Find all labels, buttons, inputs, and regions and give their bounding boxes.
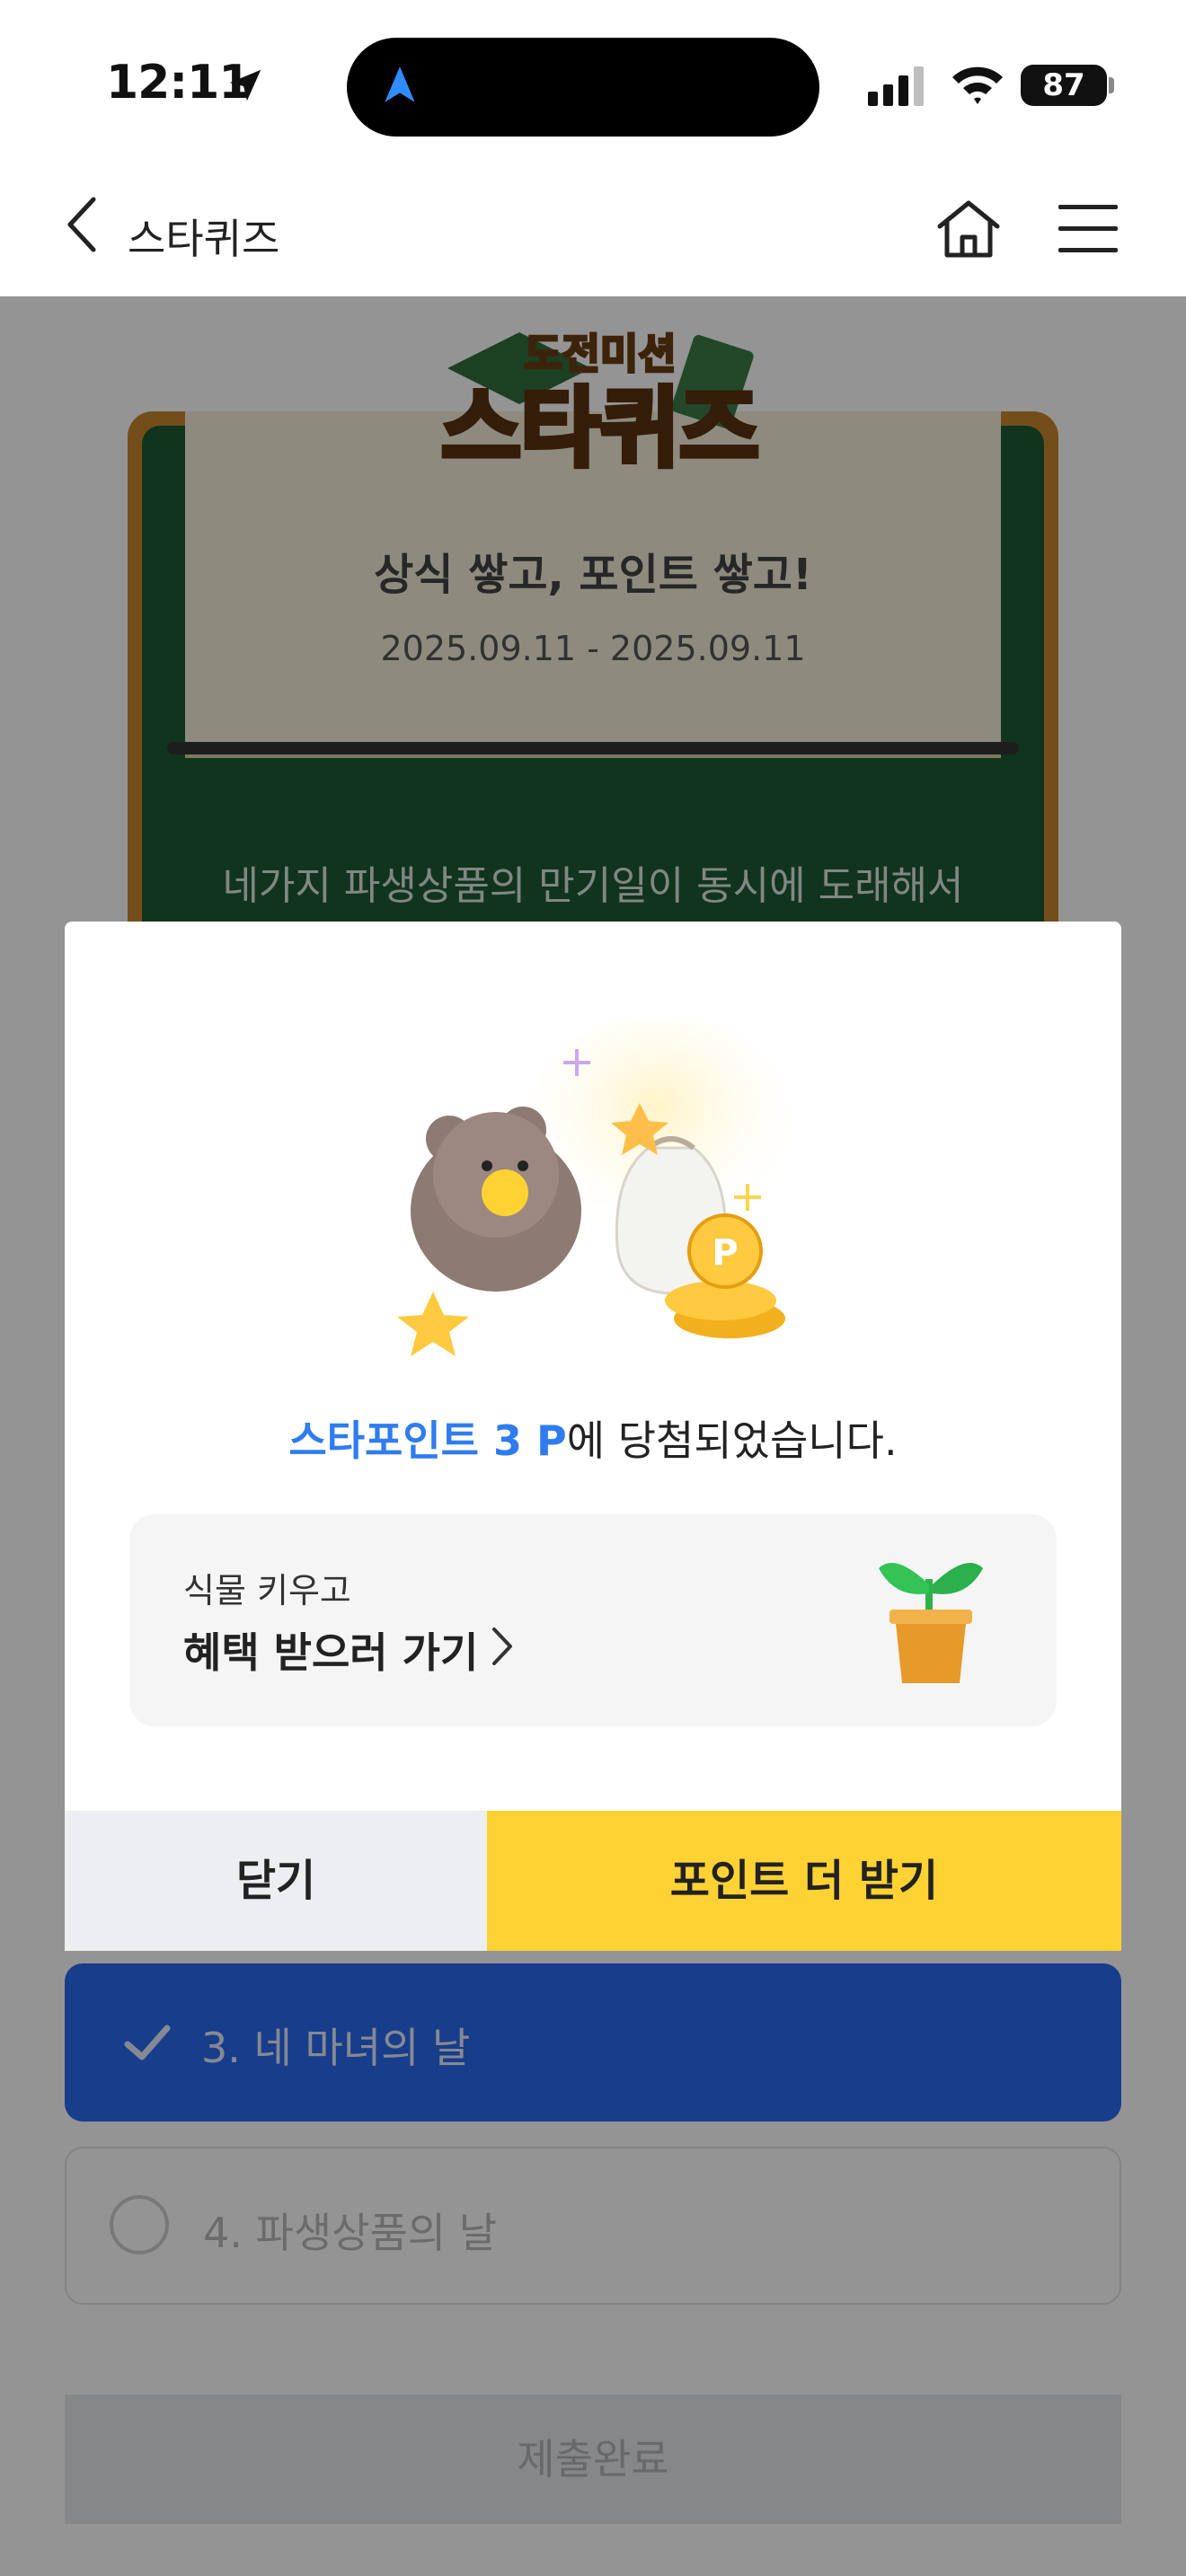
reward-modal: P 스타포인트 3 P에 당첨되었습니다. 식물 키우고 혜택 받으러 가기 닫…: [65, 922, 1121, 1951]
svg-text:P: P: [712, 1232, 738, 1274]
reward-message-rest: 에 당첨되었습니다.: [566, 1416, 898, 1465]
navigation-arrow-icon: [385, 66, 415, 102]
home-icon[interactable]: [934, 198, 1003, 260]
plant-benefit-card[interactable]: 식물 키우고 혜택 받으러 가기: [129, 1514, 1057, 1726]
get-more-points-button[interactable]: 포인트 더 받기: [487, 1811, 1121, 1951]
hamburger-menu-icon[interactable]: [1057, 201, 1120, 255]
wifi-icon: [952, 66, 1003, 104]
chevron-right-icon: [492, 1628, 512, 1665]
reward-amount: 스타포인트 3 P: [288, 1416, 567, 1465]
dynamic-island: [347, 38, 819, 137]
close-button[interactable]: 닫기: [65, 1811, 487, 1951]
plant-pot-icon: [879, 1563, 983, 1683]
back-chevron-icon[interactable]: [63, 196, 102, 253]
reward-message: 스타포인트 3 P에 당첨되었습니다.: [65, 1408, 1121, 1468]
benefit-link-label: 혜택 받으러 가기: [183, 1628, 479, 1677]
status-bar: 12:11 87: [0, 0, 1186, 171]
bear-coin-illustration: P: [397, 1022, 792, 1356]
location-arrow-icon: [229, 69, 261, 101]
cellular-signal-icon: [868, 66, 924, 106]
app-header: 스타퀴즈: [0, 171, 1186, 296]
benefit-caption: 식물 키우고: [183, 1571, 351, 1610]
page-title: 스타퀴즈: [128, 215, 280, 263]
battery-indicator: 87: [1021, 65, 1107, 106]
battery-tip: [1109, 77, 1114, 93]
